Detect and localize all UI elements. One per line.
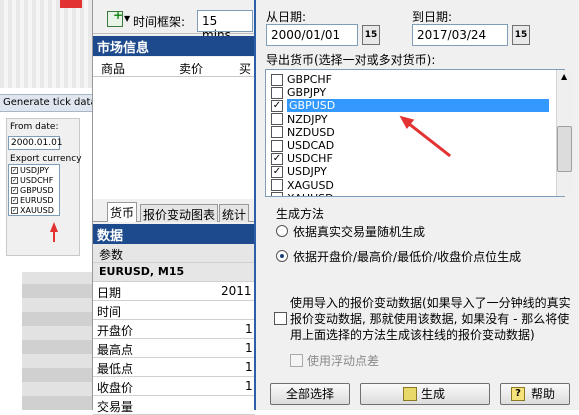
timeframe-label: 时间框架:	[133, 15, 186, 29]
checkbox-icon[interactable]	[271, 86, 283, 99]
help-icon: ?	[511, 387, 525, 401]
checkbox-icon[interactable]	[271, 126, 283, 139]
currency-item[interactable]: ✓ EURUSD	[9, 195, 59, 205]
radio-random-label[interactable]: 依据真实交易量随机生成	[293, 223, 425, 240]
check-icon: ✓	[11, 186, 18, 194]
currency-name: GBPUSD	[287, 99, 549, 113]
generate-icon	[403, 387, 417, 401]
tab-statistics[interactable]: 统计	[219, 204, 250, 222]
red-mark	[60, 0, 82, 8]
check-icon: ✓	[11, 176, 18, 184]
table-row: 最低点 1	[93, 358, 255, 377]
market-info-header: 市场信息	[93, 36, 255, 56]
calendar-icon[interactable]: 15	[362, 25, 380, 45]
table-row: 日期 2011	[93, 282, 255, 301]
scrollbar-thumb[interactable]	[557, 126, 572, 172]
timeframe-select[interactable]: 15 mins	[197, 10, 253, 42]
table-row: 开盘价 1	[93, 320, 255, 339]
red-arrow-shaft	[53, 230, 55, 242]
market-list[interactable]	[93, 77, 255, 199]
tab-tick-chart[interactable]: 报价变动图表	[140, 204, 219, 222]
import-checkbox[interactable]	[274, 312, 287, 325]
checkbox-icon[interactable]: ✓	[271, 152, 283, 165]
generate-button[interactable]: 生成	[360, 383, 490, 405]
generate-tick-data-title: Generate tick data	[0, 94, 92, 112]
table-row: 最高点 1	[93, 339, 255, 358]
currency-label: 导出货币(选择一对或多对货币):	[266, 53, 436, 67]
currency-item[interactable]: ✓ USDJPY	[9, 165, 59, 175]
select-all-button[interactable]: 全部选择	[270, 383, 350, 405]
scroll-up-icon[interactable]: ▲	[561, 72, 567, 81]
currency-name: NZDUSD	[287, 125, 335, 139]
currency-item[interactable]: ✓ USDCHF	[9, 175, 59, 185]
calendar-icon[interactable]: 15	[512, 25, 530, 45]
table-row: 收盘价 1	[93, 377, 255, 396]
from-date-input[interactable]: 2000/01/01	[266, 24, 358, 46]
currency-name: USDCAD	[287, 139, 335, 152]
checkbox-icon[interactable]	[271, 179, 283, 192]
currency-name: XAUUSD	[287, 192, 334, 196]
import-text[interactable]: 使用导入的报价变动数据(如果导入了一分钟线的真实报价变动数据, 那就使用该数据,…	[290, 295, 576, 343]
checkbox-icon[interactable]	[271, 113, 283, 126]
blurred-area-bottom	[22, 272, 92, 410]
plus-icon: +	[113, 8, 124, 22]
checkbox-icon[interactable]	[271, 73, 283, 86]
tab-bar: 货币 报价变动图表 统计	[93, 202, 255, 222]
currency-item[interactable]: ✓ XAUUSD	[9, 205, 59, 215]
toolbar: + ▼ 时间框架: 15 mins	[93, 0, 255, 42]
middle-panel: + ▼ 时间框架: 15 mins 市场信息 商品 卖价 买 货币 报价变动图表…	[92, 0, 255, 415]
help-button[interactable]: ? 帮助	[500, 383, 570, 405]
radio-ohlc[interactable]	[276, 250, 288, 262]
tab-currency[interactable]: 货币	[107, 202, 138, 222]
checkbox-icon[interactable]	[271, 139, 283, 152]
export-currency-label: Export currency	[10, 154, 82, 164]
radio-ohlc-label[interactable]: 依据开盘价/最高价/最低价/收盘价点位生成	[293, 248, 521, 265]
from-date-input[interactable]: 2000.01.01	[8, 136, 63, 150]
data-grid: 参数 EURUSD, M15 日期 2011 时间 开盘价 1 最高点 1 最低点 1 …	[93, 244, 255, 415]
market-column-header: 商品 卖价 买	[93, 57, 255, 77]
checkbox-icon[interactable]	[271, 192, 283, 196]
left-background-window: Generate tick data From date: 2000.01.01…	[0, 0, 92, 410]
blurred-area-top	[0, 0, 92, 88]
check-icon: ✓	[11, 206, 18, 214]
col-buy: 买	[239, 62, 252, 76]
grid-symbol-row: EURUSD, M15	[93, 263, 255, 282]
dropdown-arrow-icon[interactable]: ▼	[124, 14, 130, 23]
tick-data-dialog: 从日期: 2000/01/01 15 到日期: 2017/03/24 15 导出…	[254, 0, 579, 410]
checkbox-icon[interactable]: ✓	[271, 99, 283, 112]
data-header: 数据	[93, 224, 255, 244]
from-date-label: 从日期:	[266, 10, 307, 24]
gen-method-label: 生成方法	[276, 207, 325, 221]
col-sell: 卖价	[179, 62, 204, 76]
currency-name: USDCHF	[287, 152, 333, 166]
currency-item[interactable]: ✓ GBPUSD	[9, 185, 59, 195]
floating-spread-checkbox[interactable]	[290, 354, 303, 367]
check-icon: ✓	[11, 196, 18, 204]
export-currency-list[interactable]: ✓ USDJPY ✓ USDCHF ✓ GBPUSD ✓ EURUSD ✓ XAUUSD	[8, 164, 60, 216]
currency-name: GBPJPY	[287, 86, 327, 100]
grid-header-row: 参数	[93, 244, 255, 263]
currency-name: GBPCHF	[287, 73, 332, 86]
table-row: 时间	[93, 301, 255, 320]
to-date-input[interactable]: 2017/03/24	[412, 24, 508, 46]
radio-random[interactable]	[276, 225, 288, 237]
table-row: 交易量	[93, 396, 255, 415]
floating-spread-label: 使用浮动点差	[307, 354, 380, 368]
col-product: 商品	[101, 62, 126, 76]
currency-name: NZDJPY	[287, 112, 328, 126]
currency-list-item[interactable]: XAUUSD	[266, 191, 550, 196]
to-date-label: 到日期:	[412, 10, 453, 24]
check-icon: ✓	[11, 166, 18, 174]
from-date-label: From date:	[10, 122, 59, 132]
checkbox-icon[interactable]: ✓	[271, 165, 283, 178]
currency-name: XAGUSD	[287, 178, 334, 192]
currency-name: USDJPY	[287, 165, 327, 179]
currency-list[interactable]: GBPCHF GBPJPY ✓ GBPUSD NZDJPY NZDUSD USDCAD ✓ US…	[265, 69, 565, 197]
